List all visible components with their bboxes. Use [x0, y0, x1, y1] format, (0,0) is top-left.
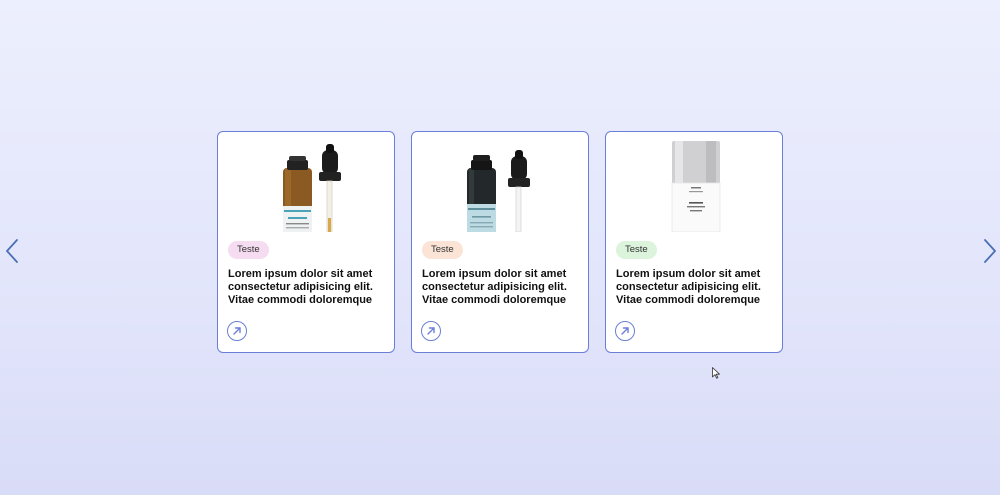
- category-tag: Teste: [616, 241, 657, 259]
- chevron-right-icon: [984, 239, 996, 263]
- card-link-button[interactable]: [615, 321, 635, 341]
- product-card[interactable]: Teste Lorem ipsum dolor sit amet consect…: [411, 131, 589, 353]
- chevron-left-icon: [6, 239, 18, 263]
- card-list: Teste Lorem ipsum dolor sit amet consect…: [217, 131, 783, 353]
- product-card[interactable]: Teste Lorem ipsum dolor sit amet consect…: [605, 131, 783, 353]
- carousel-next-button[interactable]: [980, 236, 1000, 266]
- card-link-button[interactable]: [421, 321, 441, 341]
- carousel-prev-button[interactable]: [2, 236, 22, 266]
- category-tag: Teste: [228, 241, 269, 259]
- card-title: Lorem ipsum dolor sit amet consectetur a…: [616, 268, 761, 306]
- card-title: Lorem ipsum dolor sit amet consectetur a…: [422, 268, 567, 306]
- product-carousel: Teste Lorem ipsum dolor sit amet consect…: [0, 0, 1000, 495]
- arrow-up-right-icon: [427, 327, 435, 335]
- card-title: Lorem ipsum dolor sit amet consectetur a…: [228, 268, 373, 306]
- category-tag: Teste: [422, 241, 463, 259]
- product-image-white-bottle: [606, 138, 782, 232]
- arrow-up-right-icon: [233, 327, 241, 335]
- product-image-amber-bottle: [218, 138, 394, 232]
- arrow-up-right-icon: [621, 327, 629, 335]
- product-card[interactable]: Teste Lorem ipsum dolor sit amet consect…: [217, 131, 395, 353]
- mouse-pointer-icon: [712, 367, 720, 379]
- card-link-button[interactable]: [227, 321, 247, 341]
- product-image-dark-bottle: [412, 138, 588, 232]
